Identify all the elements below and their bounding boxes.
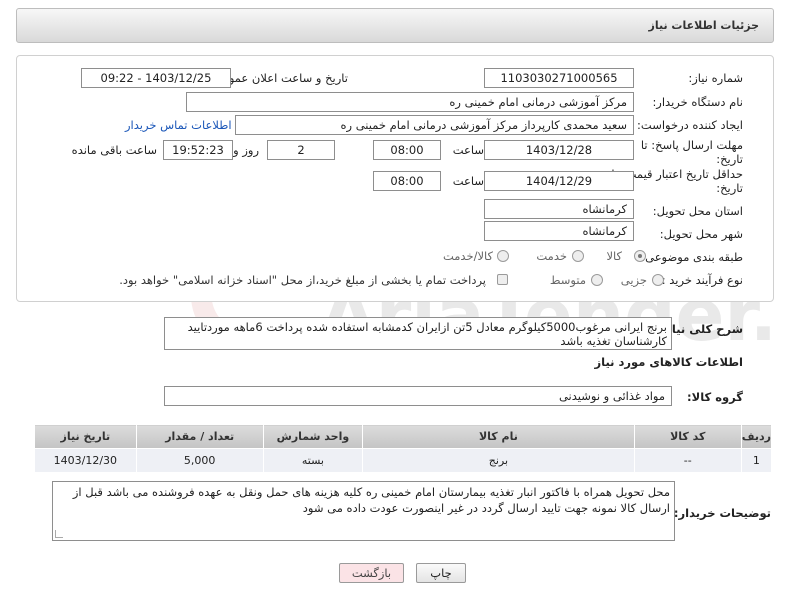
buyer-notes-text: محل تحویل همراه با فاکتور انبار تغذیه بی…: [72, 485, 670, 515]
cell-code: --: [633, 448, 742, 473]
cell-qty: 5,000: [135, 448, 264, 473]
buyer-notes-field: محل تحویل همراه با فاکتور انبار تغذیه بی…: [52, 481, 675, 541]
col-row: ردیف: [740, 424, 773, 449]
resize-handle-icon[interactable]: [55, 530, 63, 538]
validity-time-label: ساعت: [452, 174, 484, 188]
description-label: شرح کلی نیاز:: [660, 322, 743, 336]
validity-label-date: تاریخ:: [716, 181, 743, 195]
deadline-date-field: 1403/12/28: [484, 140, 634, 160]
category-service-label: خدمت: [536, 249, 567, 263]
remaining-time-label: ساعت باقی مانده: [71, 143, 157, 157]
col-unit: واحد شمارش: [262, 424, 364, 449]
goods-table: ردیف کد کالا نام کالا واحد شمارش تعداد /…: [34, 424, 773, 473]
remaining-time-field: 19:52:23: [163, 140, 233, 160]
page-header: جزئیات اطلاعات نیاز: [16, 8, 774, 43]
cell-row: 1: [740, 448, 773, 473]
process-radio-minor[interactable]: [652, 274, 664, 286]
deadline-time-label: ساعت: [452, 143, 484, 157]
description-field: برنج ایرانی مرغوب5000کیلوگرم معادل 5تن ا…: [164, 317, 672, 350]
creator-field: سعید محمدی کارپرداز مرکز آموزشی درمانی ا…: [235, 115, 634, 135]
buyer-notes-label: توضیحات خریدار:: [673, 506, 771, 520]
announce-date-field: 1403/12/25 - 09:22: [81, 68, 231, 88]
category-goods-label: کالا: [606, 249, 622, 263]
deadline-label: مهلت ارسال پاسخ: تا: [640, 138, 743, 152]
col-date: تاریخ نیاز: [34, 424, 137, 449]
category-goods-service-label: کالا/خدمت: [442, 249, 493, 263]
city-field: کرمانشاه: [484, 221, 634, 241]
print-button[interactable]: چاپ: [416, 563, 466, 583]
remaining-days-field: 2: [267, 140, 335, 160]
table-row: 1 -- برنج بسته 5,000 1403/12/30: [34, 448, 773, 473]
deadline-label-date: تاریخ:: [716, 152, 743, 166]
cell-name: برنج: [362, 448, 635, 473]
category-radio-service[interactable]: [572, 250, 584, 262]
col-name: نام کالا: [362, 424, 635, 449]
description-text: برنج ایرانی مرغوب5000کیلوگرم معادل 5تن ا…: [187, 320, 667, 348]
cell-date: 1403/12/30: [34, 448, 137, 473]
treasury-payment-note: پرداخت تمام یا بخشی از مبلغ خرید،از محل …: [119, 273, 486, 287]
need-number-field: 1103030271000565: [484, 68, 634, 88]
process-radio-medium[interactable]: [591, 274, 603, 286]
process-minor-label: جزیی: [620, 273, 647, 287]
buyer-org-label: نام دستگاه خریدار:: [652, 95, 743, 109]
city-label: شهر محل تحویل:: [659, 227, 743, 241]
process-type-label: نوع فرآیند خرید :: [661, 273, 743, 287]
back-button[interactable]: بازگشت: [339, 563, 404, 583]
creator-label: ایجاد کننده درخواست:: [637, 118, 743, 132]
goods-group-field: مواد غذائی و نوشیدنی: [164, 386, 672, 406]
validity-time-field: 08:00: [373, 171, 441, 191]
category-radio-goods[interactable]: [634, 250, 646, 262]
process-medium-label: متوسط: [549, 273, 586, 287]
cell-unit: بسته: [262, 448, 364, 473]
goods-table-header: ردیف کد کالا نام کالا واحد شمارش تعداد /…: [34, 424, 773, 449]
deadline-time-field: 08:00: [373, 140, 441, 160]
province-field: کرمانشاه: [484, 199, 634, 219]
province-label: استان محل تحویل:: [652, 204, 743, 218]
need-number-label: شماره نیاز:: [688, 71, 743, 85]
remaining-days-label: روز و: [233, 143, 259, 157]
page-title: جزئیات اطلاعات نیاز: [648, 19, 760, 32]
buyer-contact-link[interactable]: اطلاعات تماس خریدار: [125, 118, 232, 132]
validity-date-field: 1404/12/29: [484, 171, 634, 191]
col-qty: تعداد / مقدار: [135, 424, 264, 449]
category-label: طبقه بندی موضوعی:: [641, 250, 743, 264]
category-radio-goods-service[interactable]: [497, 250, 509, 262]
buyer-org-field: مرکز آموزشی درمانی امام خمینی ره: [186, 92, 634, 112]
goods-section-title: اطلاعات کالاهای مورد نیاز: [594, 355, 743, 369]
col-code: کد کالا: [633, 424, 742, 449]
goods-group-label: گروه کالا:: [687, 390, 743, 404]
treasury-payment-checkbox[interactable]: [497, 274, 508, 285]
